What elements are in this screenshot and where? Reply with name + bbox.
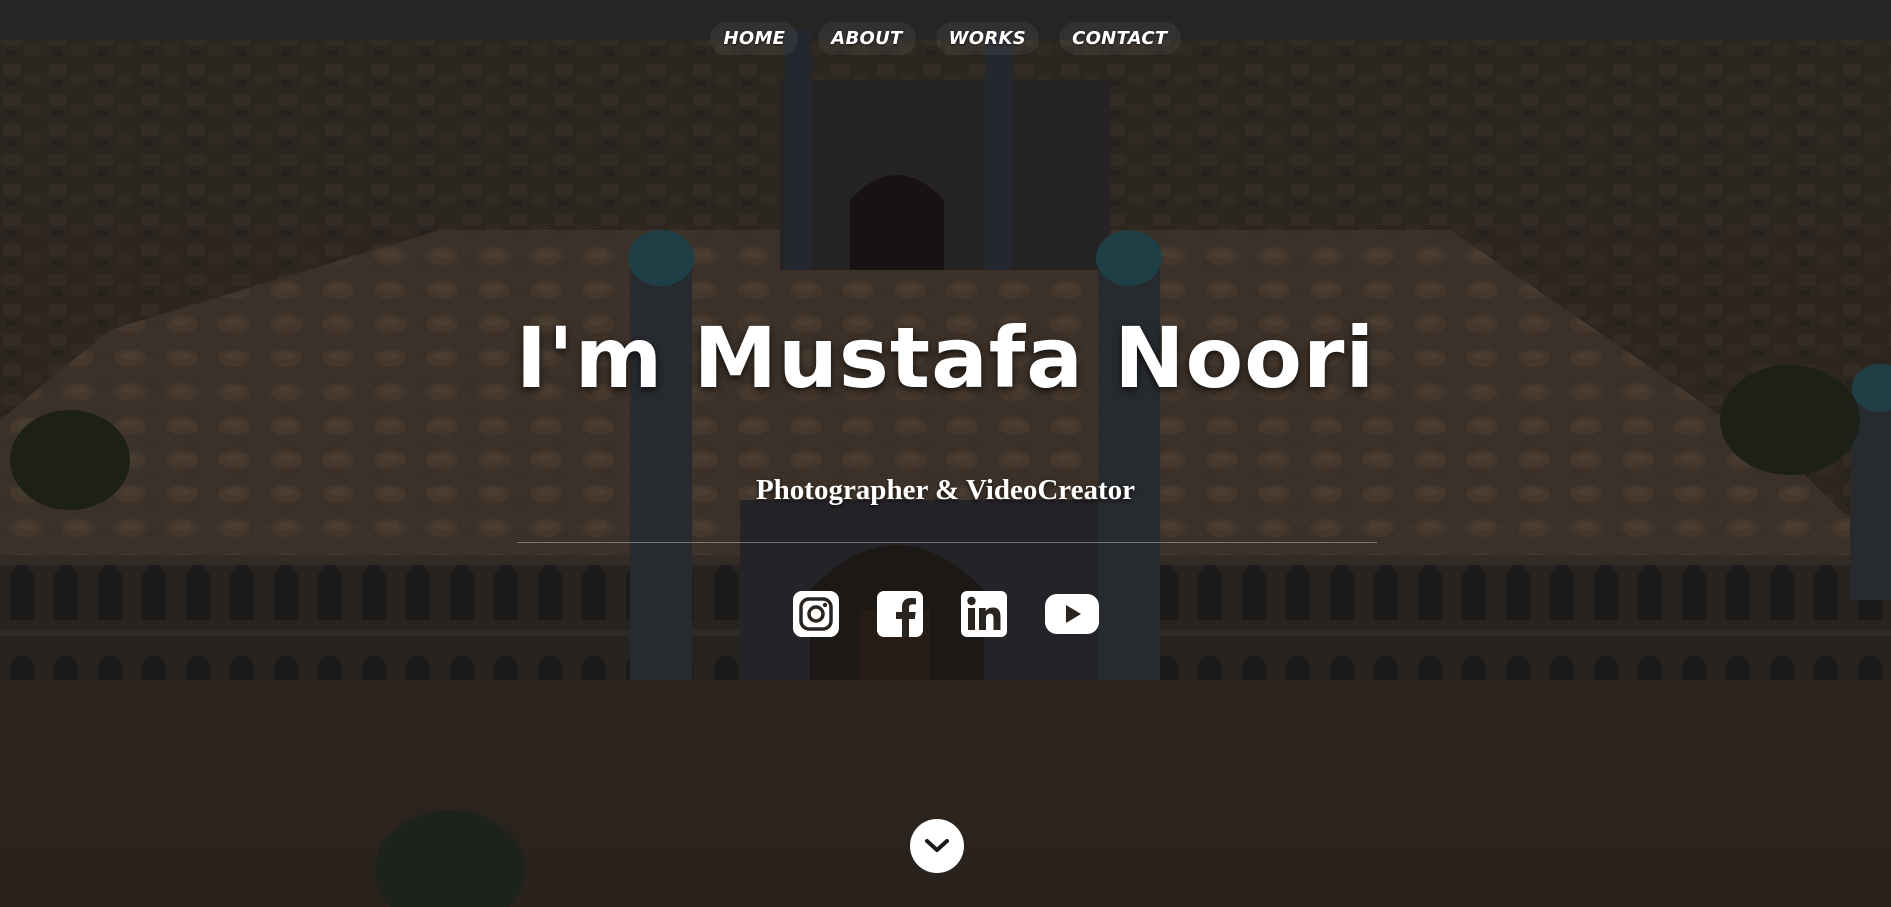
social-links <box>0 590 1891 638</box>
instagram-link[interactable] <box>792 590 839 638</box>
facebook-link[interactable] <box>876 590 923 638</box>
hero-headline: I'm Mustafa Noori <box>515 309 1376 407</box>
nav-works[interactable]: WORKS <box>935 22 1040 55</box>
linkedin-icon <box>960 591 1007 637</box>
linkedin-link[interactable] <box>960 590 1007 638</box>
chevron-down-icon <box>925 839 949 852</box>
hero-subtitle: Photographer & VideoCreator <box>755 474 1136 506</box>
instagram-icon <box>792 591 839 637</box>
youtube-link[interactable] <box>1044 590 1099 638</box>
nav-home[interactable]: HOME <box>710 22 799 55</box>
facebook-icon <box>876 591 923 637</box>
dark-overlay <box>0 0 1891 907</box>
youtube-icon <box>1044 594 1099 634</box>
main-nav: HOME ABOUT WORKS CONTACT <box>0 22 1891 55</box>
nav-contact[interactable]: CONTACT <box>1059 22 1181 55</box>
hero-divider <box>517 542 1377 543</box>
scroll-down-button[interactable] <box>910 819 964 873</box>
nav-about[interactable]: ABOUT <box>818 22 916 55</box>
hero-section: HOME ABOUT WORKS CONTACT I'm Mustafa Noo… <box>0 0 1891 907</box>
